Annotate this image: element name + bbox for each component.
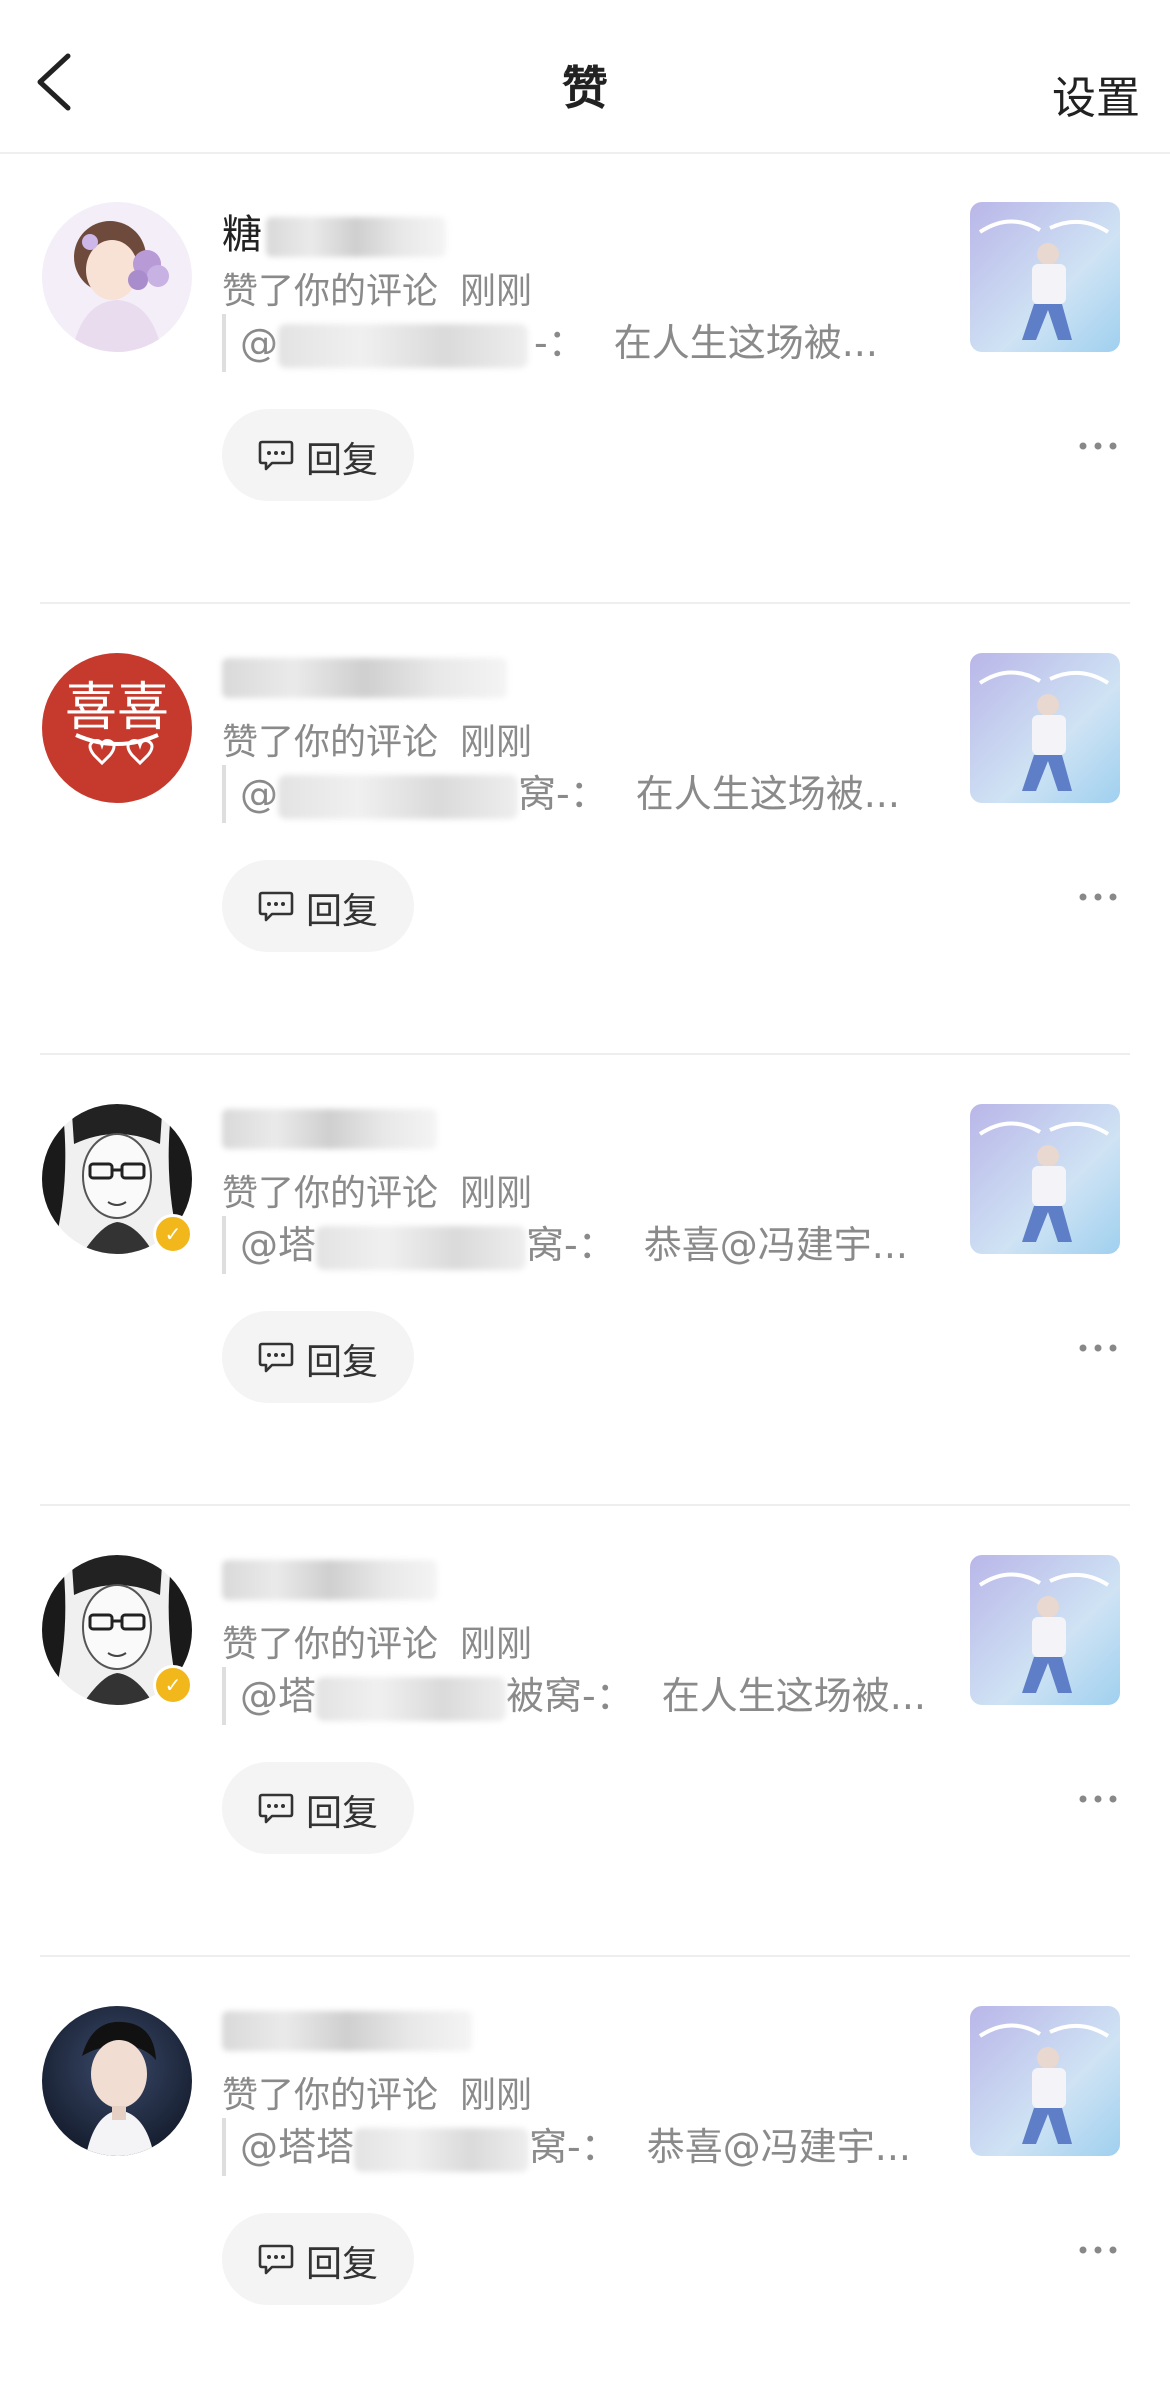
comment-bubble-icon: [258, 440, 294, 471]
comment-bubble-icon: [258, 1793, 294, 1824]
quoted-comment[interactable]: @ 窝-： 在人生这场被...: [222, 765, 900, 823]
blurred-mention: [278, 323, 528, 368]
post-thumbnail[interactable]: [970, 1555, 1120, 1705]
blurred-mention: [316, 1225, 527, 1270]
blurred-mention: [354, 2127, 530, 2172]
comment-bubble-icon: [258, 2244, 294, 2275]
like-notification-item: ✓ 赞了你的评论 刚刚 @塔 窝-： 恭喜@冯建宇... 回复: [0, 1054, 1170, 1506]
comment-snippet: 在人生这场被...: [661, 1674, 926, 1718]
user-name[interactable]: 糖: [222, 202, 446, 258]
young-man-photo-avatar-icon: [42, 2006, 192, 2156]
verified-badge-icon: ✓: [153, 1665, 193, 1705]
blurred-mention: [316, 1676, 507, 1721]
action-meta: 赞了你的评论 刚刚: [222, 262, 532, 314]
girl-flowers-avatar-icon: [42, 202, 192, 352]
blurred-username: [222, 1560, 437, 1600]
action-text: 赞了你的评论: [222, 271, 439, 312]
action-text: 赞了你的评论: [222, 2075, 439, 2116]
settings-button[interactable]: 设置: [1052, 62, 1140, 126]
action-meta: 赞了你的评论 刚刚: [222, 1615, 532, 1667]
more-options-icon[interactable]: [1078, 2242, 1118, 2258]
like-notification-item: 喜喜 赞了你的评论 刚刚 @ 窝-： 在人生这场被... 回复: [0, 603, 1170, 1055]
more-options-icon[interactable]: [1078, 1340, 1118, 1356]
timestamp: 刚刚: [460, 722, 533, 763]
like-notification-item: 赞了你的评论 刚刚 @塔塔 窝-： 恭喜@冯建宇... 回复: [0, 1956, 1170, 2407]
svg-text:喜喜: 喜喜: [65, 678, 169, 738]
verified-badge-icon: ✓: [153, 1214, 193, 1254]
blurred-username: [222, 658, 507, 698]
timestamp: 刚刚: [460, 1624, 533, 1665]
action-text: 赞了你的评论: [222, 1624, 439, 1665]
post-thumbnail[interactable]: [970, 1104, 1120, 1254]
more-options-icon[interactable]: [1078, 889, 1118, 905]
post-thumbnail[interactable]: [970, 653, 1120, 803]
album-cover-icon: [970, 202, 1120, 352]
action-meta: 赞了你的评论 刚刚: [222, 713, 532, 765]
quoted-comment[interactable]: @塔 被窝-： 在人生这场被...: [222, 1667, 926, 1725]
album-cover-icon: [970, 1555, 1120, 1705]
timestamp: 刚刚: [460, 1173, 533, 1214]
quoted-comment[interactable]: @塔 窝-： 恭喜@冯建宇...: [222, 1216, 908, 1274]
blurred-username: [222, 2011, 472, 2051]
like-notification-item: ✓ 赞了你的评论 刚刚 @塔 被窝-： 在人生这场被... 回复: [0, 1505, 1170, 1957]
timestamp: 刚刚: [460, 2075, 533, 2116]
user-avatar[interactable]: 喜喜: [42, 653, 192, 803]
reply-button[interactable]: 回复: [222, 860, 414, 952]
timestamp: 刚刚: [460, 271, 533, 312]
page-title: 赞: [562, 61, 608, 115]
user-name[interactable]: [222, 1104, 437, 1160]
back-arrow-icon[interactable]: [30, 52, 78, 112]
album-cover-icon: [970, 1104, 1120, 1254]
user-avatar[interactable]: [42, 2006, 192, 2156]
user-name[interactable]: [222, 1555, 437, 1611]
double-happiness-avatar-icon: 喜喜: [42, 653, 192, 803]
post-thumbnail[interactable]: [970, 2006, 1120, 2156]
reply-button[interactable]: 回复: [222, 1311, 414, 1403]
blurred-username: [222, 1109, 437, 1149]
quoted-comment[interactable]: @ -： 在人生这场被...: [222, 314, 878, 372]
blurred-username: [266, 217, 446, 257]
user-name[interactable]: [222, 2006, 472, 2062]
user-avatar[interactable]: [42, 202, 192, 352]
more-options-icon[interactable]: [1078, 438, 1118, 454]
comment-bubble-icon: [258, 891, 294, 922]
comment-snippet: 恭喜@冯建宇...: [643, 1223, 908, 1267]
post-thumbnail[interactable]: [970, 202, 1120, 352]
action-meta: 赞了你的评论 刚刚: [222, 1164, 532, 1216]
reply-button[interactable]: 回复: [222, 409, 414, 501]
action-meta: 赞了你的评论 刚刚: [222, 2066, 532, 2118]
comment-bubble-icon: [258, 1342, 294, 1373]
more-options-icon[interactable]: [1078, 1791, 1118, 1807]
comment-snippet: 恭喜@冯建宇...: [646, 2125, 911, 2169]
album-cover-icon: [970, 2006, 1120, 2156]
action-text: 赞了你的评论: [222, 722, 439, 763]
blurred-mention: [278, 774, 518, 819]
album-cover-icon: [970, 653, 1120, 803]
user-name[interactable]: [222, 653, 507, 709]
top-bar: 赞 设置: [0, 0, 1170, 154]
action-text: 赞了你的评论: [222, 1173, 439, 1214]
comment-snippet: 在人生这场被...: [613, 321, 878, 365]
reply-button[interactable]: 回复: [222, 2213, 414, 2305]
comment-snippet: 在人生这场被...: [635, 772, 900, 816]
reply-button[interactable]: 回复: [222, 1762, 414, 1854]
like-notification-item: 糖 赞了你的评论 刚刚 @ -： 在人生这场被... 回复: [0, 152, 1170, 604]
quoted-comment[interactable]: @塔塔 窝-： 恭喜@冯建宇...: [222, 2118, 911, 2176]
